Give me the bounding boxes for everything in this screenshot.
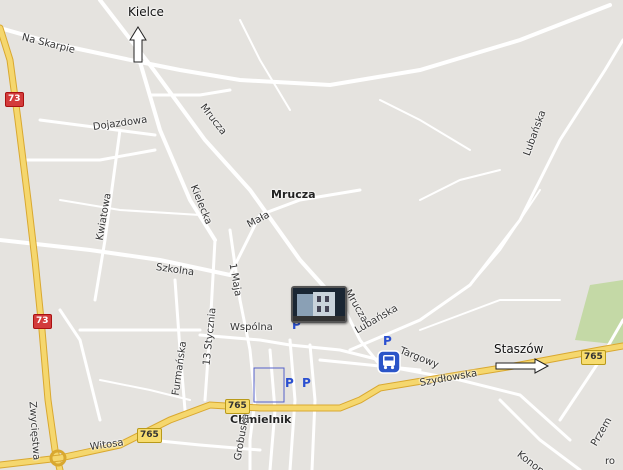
parking-marker[interactable]: P	[302, 376, 311, 390]
road-shield-73-bottom: 73	[33, 314, 52, 329]
photo-marker-icon[interactable]	[291, 286, 347, 323]
map-canvas[interactable]: { "map": { "destinations": { "north": "K…	[0, 0, 623, 470]
bus-stop-icon[interactable]	[377, 350, 401, 374]
place-label-mrucza: Mrucza	[271, 188, 316, 201]
parking-marker[interactable]: P	[383, 334, 392, 348]
street-label-wspolna: Wspólna	[230, 322, 273, 333]
road-shield-765-center: 765	[225, 399, 250, 414]
parking-marker[interactable]: P	[285, 376, 294, 390]
map-roads	[0, 0, 623, 470]
road-shield-765-east: 765	[581, 350, 606, 365]
road-shield-765-west: 765	[137, 428, 162, 443]
destination-north-label: Kielce	[128, 5, 164, 19]
road-shield-73-top: 73	[5, 92, 24, 107]
destination-east-label: Staszów	[494, 342, 544, 356]
street-label-corner: ro	[605, 456, 616, 467]
